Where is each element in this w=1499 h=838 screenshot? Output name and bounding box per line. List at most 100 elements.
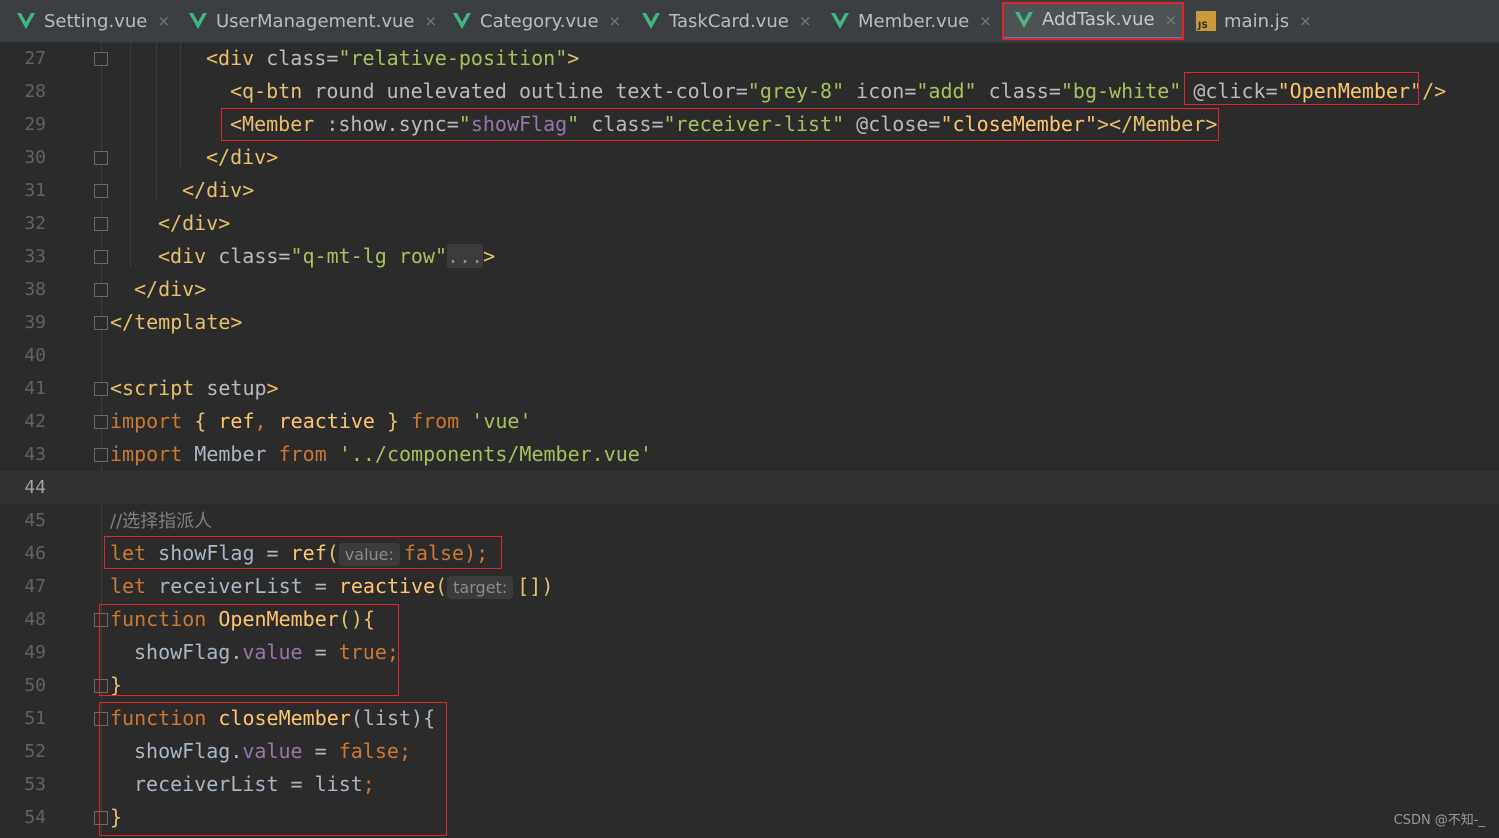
token: 'vue': [471, 409, 532, 433]
code-line: 27 <div class="relative-position">: [0, 42, 1499, 75]
token: '../components/Member.vue': [338, 442, 652, 466]
code-line: 43 import Member from '../components/Mem…: [0, 438, 1499, 471]
close-icon[interactable]: ×: [157, 12, 170, 30]
token: ,: [254, 409, 279, 433]
code-line: 39 </template>: [0, 306, 1499, 339]
highlight-box: [221, 108, 1219, 141]
line-number: 31: [24, 180, 46, 201]
token: <q-btn: [230, 79, 315, 103]
code-line: 47 let receiverList = reactive(target:[]…: [0, 570, 1499, 603]
tab-usermanagement-vue[interactable]: UserManagement.vue ×: [188, 2, 437, 40]
collapsed-region[interactable]: ...: [447, 244, 484, 268]
vue-file-icon: [642, 13, 660, 29]
tab-label: Member.vue: [858, 10, 970, 32]
code-line: 32 </div>: [0, 207, 1499, 240]
token: "q-mt-lg row": [290, 244, 448, 268]
tab-member-vue[interactable]: Member.vue ×: [830, 2, 992, 40]
fold-marker-icon[interactable]: [94, 448, 108, 462]
close-icon[interactable]: ×: [799, 12, 812, 30]
fold-marker-icon[interactable]: [94, 151, 108, 165]
editor-tab-bar: Setting.vue × UserManagement.vue × Categ…: [0, 0, 1499, 43]
tab-category-vue[interactable]: Category.vue ×: [452, 2, 621, 40]
fold-marker-icon[interactable]: [94, 316, 108, 330]
tab-label: TaskCard.vue: [669, 10, 789, 32]
line-number: 40: [24, 345, 46, 366]
close-icon[interactable]: ×: [424, 12, 437, 30]
token: ): [541, 574, 554, 598]
vue-file-icon: [189, 13, 207, 29]
expand-marker-icon[interactable]: [94, 250, 108, 264]
line-number: 38: [24, 279, 46, 300]
token: </div>: [158, 211, 231, 235]
param-hint: target:: [447, 576, 514, 599]
token: (: [435, 574, 448, 598]
watermark: CSDN @不知-_: [1393, 813, 1485, 828]
line-number: 30: [24, 147, 46, 168]
token: >: [483, 244, 496, 268]
line-number: 44: [24, 477, 46, 498]
tab-label: AddTask.vue: [1042, 9, 1155, 30]
line-number: 46: [24, 543, 46, 564]
token: </div>: [134, 277, 207, 301]
token: class=: [266, 46, 339, 70]
fold-marker-icon[interactable]: [94, 283, 108, 297]
code-text: </div>: [158, 207, 230, 240]
line-number: 45: [24, 510, 46, 531]
code-line: 42 import { ref, reactive } from 'vue': [0, 405, 1499, 438]
js-file-icon: JS: [1196, 11, 1216, 31]
code-line: 33 <div class="q-mt-lg row"...>: [0, 240, 1499, 273]
close-icon[interactable]: ×: [609, 12, 622, 30]
token: "relative-position": [338, 46, 568, 70]
line-number: 42: [24, 411, 46, 432]
code-line: 45 //选择指派人: [0, 504, 1499, 537]
token: class=: [218, 244, 291, 268]
line-number: 50: [24, 675, 46, 696]
code-text: import { ref, reactive } from 'vue': [110, 405, 532, 438]
fold-marker-icon[interactable]: [94, 382, 108, 396]
token: >: [567, 46, 580, 70]
token: import: [110, 442, 195, 466]
tab-setting-vue[interactable]: Setting.vue ×: [16, 2, 170, 40]
line-number: 27: [24, 48, 46, 69]
fold-marker-icon[interactable]: [94, 184, 108, 198]
token: receiverList =: [158, 574, 339, 598]
fold-marker-icon[interactable]: [94, 52, 108, 66]
fold-marker-icon[interactable]: [94, 217, 108, 231]
close-icon[interactable]: ×: [1299, 12, 1312, 30]
tab-addtask-vue[interactable]: AddTask.vue ×: [1002, 2, 1184, 40]
code-line: 40: [0, 339, 1499, 372]
highlight-box: [99, 702, 447, 836]
code-text: import Member from '../components/Member…: [110, 438, 652, 471]
token: {: [194, 409, 219, 433]
token: reactive: [338, 574, 436, 598]
tab-main-js[interactable]: JS main.js ×: [1196, 2, 1312, 40]
code-line: 31 </div>: [0, 174, 1499, 207]
line-number: 54: [24, 807, 46, 828]
token: []: [517, 574, 542, 598]
token: round unelevated outline: [314, 79, 616, 103]
token: text-color=: [615, 79, 748, 103]
line-number: 47: [24, 576, 46, 597]
close-icon[interactable]: ×: [1165, 11, 1178, 29]
token: />: [1422, 79, 1447, 103]
token: reactive: [278, 409, 375, 433]
token: from: [411, 409, 472, 433]
fold-marker-icon[interactable]: [94, 415, 108, 429]
close-icon[interactable]: ×: [979, 12, 992, 30]
token: let: [110, 574, 159, 598]
comment: //选择指派人: [110, 511, 213, 532]
code-text: </template>: [110, 306, 242, 339]
token: "grey-8": [747, 79, 845, 103]
line-number: 39: [24, 312, 46, 333]
code-text: <div class="q-mt-lg row"...>: [158, 240, 495, 273]
line-number: 53: [24, 774, 46, 795]
highlight-box: [99, 604, 399, 696]
token: ref: [218, 409, 255, 433]
line-number: 52: [24, 741, 46, 762]
token: import: [110, 409, 195, 433]
line-number: 33: [24, 246, 46, 267]
token: </div>: [182, 178, 255, 202]
line-number: 41: [24, 378, 46, 399]
code-editor[interactable]: 27 <div class="relative-position"> 28 <q…: [0, 42, 1499, 838]
tab-taskcard-vue[interactable]: TaskCard.vue ×: [641, 2, 811, 40]
